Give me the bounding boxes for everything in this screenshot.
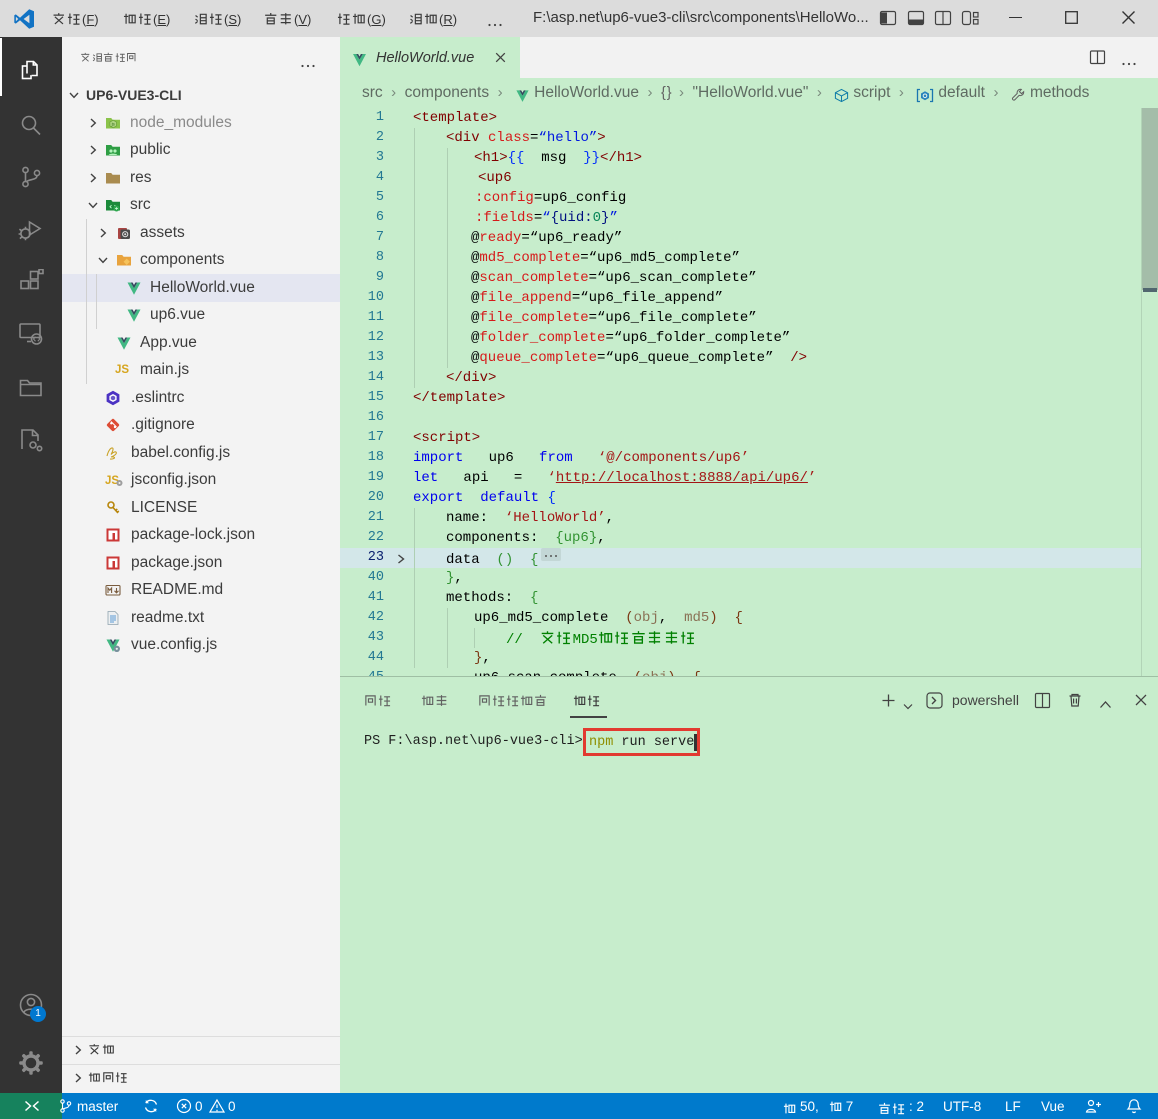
- svg-text:JS: JS: [105, 475, 119, 487]
- svg-text:js: js: [111, 121, 116, 126]
